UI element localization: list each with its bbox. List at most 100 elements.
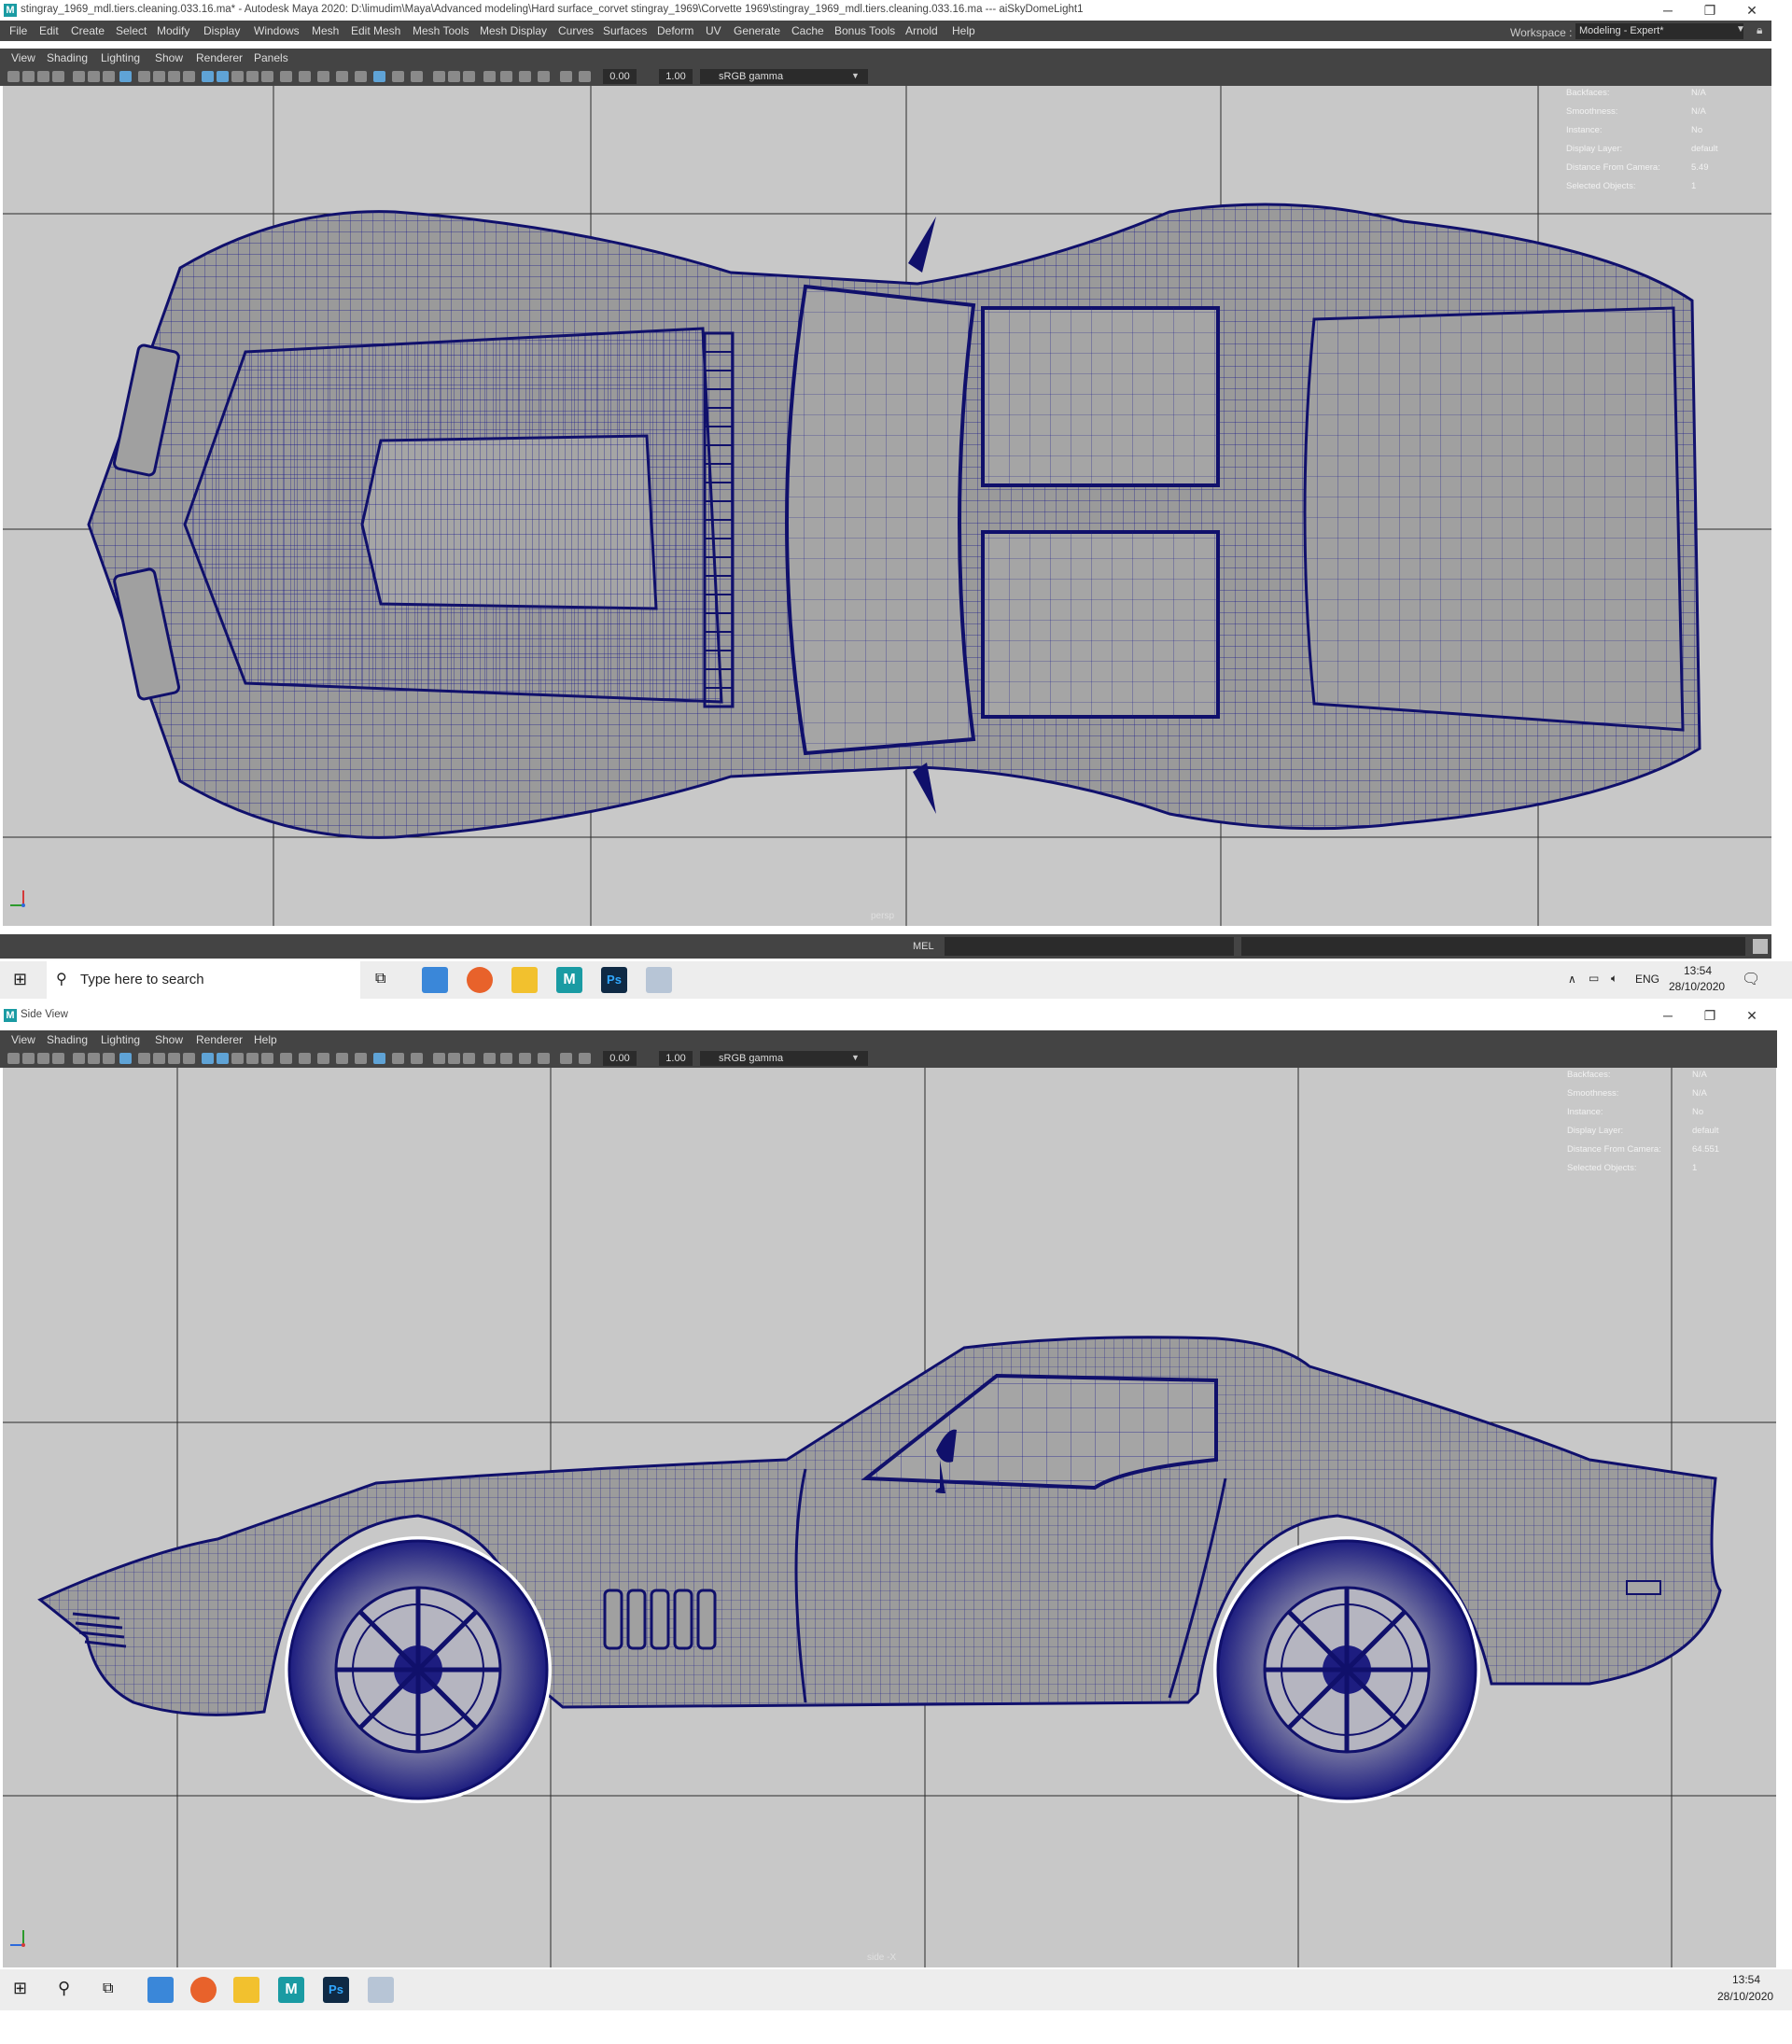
notification-icon[interactable]: 🗨︎ <box>1742 970 1760 988</box>
paint-app-icon-2[interactable] <box>368 1977 394 2003</box>
toolbar-tool-icon[interactable] <box>52 1053 64 1064</box>
workspace-dropdown-icon[interactable]: ▼ <box>1736 24 1745 35</box>
toolbar-tool-icon[interactable] <box>153 1053 165 1064</box>
toolbar-tool-icon[interactable] <box>217 71 229 82</box>
toolbar-tool-icon[interactable] <box>299 71 311 82</box>
toolbar-tool-icon[interactable] <box>183 71 195 82</box>
menu-mesh[interactable]: Mesh <box>312 24 339 37</box>
toolbar-tool-icon[interactable] <box>138 1053 150 1064</box>
tray-chevron-icon[interactable]: ∧ <box>1568 973 1576 986</box>
photoshop-app-icon-2[interactable]: Ps <box>323 1977 349 2003</box>
toolbar-tool-icon[interactable] <box>261 71 273 82</box>
store-app-icon-2[interactable] <box>147 1977 174 2003</box>
toolbar-tool-icon[interactable] <box>538 1053 550 1064</box>
menu-edit-mesh[interactable]: Edit Mesh <box>351 24 400 37</box>
toolbar-tool-icon[interactable] <box>7 1053 20 1064</box>
toolbar-tool-icon[interactable] <box>231 1053 244 1064</box>
toolbar-tool-icon[interactable] <box>202 1053 214 1064</box>
toolbar-tool-icon[interactable] <box>560 1053 572 1064</box>
menu-file[interactable]: File <box>9 24 27 37</box>
toolbar-tool-icon[interactable] <box>579 1053 591 1064</box>
store-app-icon[interactable] <box>422 967 448 993</box>
menu-mesh-tools[interactable]: Mesh Tools <box>413 24 469 37</box>
clock-time[interactable]: 13:54 <box>1684 964 1712 977</box>
toolbar-tool-icon[interactable] <box>433 71 445 82</box>
photoshop-app-icon[interactable]: Ps <box>601 967 627 993</box>
file-explorer-icon[interactable] <box>511 967 538 993</box>
taskbar-search[interactable]: ⚲ Type here to search <box>47 961 360 999</box>
toolbar-tool-icon[interactable] <box>355 71 367 82</box>
firefox-icon[interactable] <box>467 967 493 993</box>
toolbar-tool-icon[interactable] <box>411 1053 423 1064</box>
gamma-field[interactable]: 1.00 <box>659 69 693 84</box>
toolbar-tool-icon[interactable] <box>88 1053 100 1064</box>
toolbar-tool-icon[interactable] <box>52 71 64 82</box>
side-panel-menu-renderer[interactable]: Renderer <box>196 1033 243 1046</box>
toolbar-tool-icon[interactable] <box>183 1053 195 1064</box>
toolbar-tool-icon[interactable] <box>317 71 329 82</box>
toolbar-tool-icon[interactable] <box>519 71 531 82</box>
toolbar-tool-icon[interactable] <box>103 1053 115 1064</box>
toolbar-tool-icon[interactable] <box>392 71 404 82</box>
toolbar-tool-icon[interactable] <box>483 1053 496 1064</box>
toolbar-tool-icon[interactable] <box>500 71 512 82</box>
close-button[interactable]: ✕ <box>1731 0 1772 21</box>
panel-menu-renderer[interactable]: Renderer <box>196 51 243 64</box>
toolbar-tool-icon[interactable] <box>373 71 385 82</box>
toolbar-tool-icon[interactable] <box>88 71 100 82</box>
side-viewport[interactable]: Backfaces: N/A Smoothness: N/A Instance:… <box>3 1068 1776 1967</box>
search-icon-2[interactable]: ⚲ <box>58 1979 70 1998</box>
toolbar-tool-icon[interactable] <box>483 71 496 82</box>
color-space-select[interactable]: sRGB gamma <box>700 69 868 84</box>
toolbar-tool-icon[interactable] <box>168 71 180 82</box>
menu-deform[interactable]: Deform <box>657 24 693 37</box>
toolbar-tool-icon[interactable] <box>392 1053 404 1064</box>
toolbar-tool-icon[interactable] <box>519 1053 531 1064</box>
side-color-space-select[interactable]: sRGB gamma <box>700 1051 868 1066</box>
menu-edit[interactable]: Edit <box>39 24 59 37</box>
toolbar-tool-icon[interactable] <box>355 1053 367 1064</box>
toolbar-tool-icon[interactable] <box>119 71 132 82</box>
toolbar-tool-icon[interactable] <box>231 71 244 82</box>
toolbar-tool-icon[interactable] <box>463 71 475 82</box>
side-close-button[interactable]: ✕ <box>1731 1005 1772 1026</box>
lock-icon[interactable]: 🔒︎ <box>1757 23 1762 37</box>
volume-icon[interactable]: 🔈︎ <box>1611 972 1617 986</box>
task-view-icon-2[interactable]: ⧉ <box>103 1981 113 1997</box>
clock-date-2[interactable]: 28/10/2020 <box>1717 1990 1773 2003</box>
toolbar-tool-icon[interactable] <box>463 1053 475 1064</box>
toolbar-tool-icon[interactable] <box>7 71 20 82</box>
side-panel-menu-show[interactable]: Show <box>155 1033 183 1046</box>
color-space-dropdown-icon[interactable]: ▼ <box>851 71 860 80</box>
panel-menu-panels[interactable]: Panels <box>254 51 288 64</box>
toolbar-tool-icon[interactable] <box>448 1053 460 1064</box>
toolbar-tool-icon[interactable] <box>336 1053 348 1064</box>
toolbar-tool-icon[interactable] <box>560 71 572 82</box>
network-icon[interactable]: ▭ <box>1589 972 1599 985</box>
toolbar-tool-icon[interactable] <box>261 1053 273 1064</box>
menu-create[interactable]: Create <box>71 24 105 37</box>
menu-windows[interactable]: Windows <box>254 24 300 37</box>
panel-menu-show[interactable]: Show <box>155 51 183 64</box>
side-panel-menu-lighting[interactable]: Lighting <box>101 1033 140 1046</box>
top-viewport[interactable]: Backfaces: N/A Smoothness: N/A Instance:… <box>3 86 1771 926</box>
toolbar-tool-icon[interactable] <box>246 71 259 82</box>
toolbar-tool-icon[interactable] <box>73 1053 85 1064</box>
maya-app-icon[interactable]: M <box>556 967 582 993</box>
windows-start-icon[interactable]: ⊞ <box>13 970 27 989</box>
toolbar-tool-icon[interactable] <box>103 71 115 82</box>
toolbar-tool-icon[interactable] <box>411 71 423 82</box>
mel-label[interactable]: MEL <box>913 941 934 952</box>
command-input[interactable] <box>945 937 1234 956</box>
toolbar-tool-icon[interactable] <box>280 1053 292 1064</box>
side-color-space-dropdown-icon[interactable]: ▼ <box>851 1053 860 1062</box>
menu-arnold[interactable]: Arnold <box>905 24 938 37</box>
toolbar-tool-icon[interactable] <box>73 71 85 82</box>
toolbar-tool-icon[interactable] <box>168 1053 180 1064</box>
toolbar-tool-icon[interactable] <box>433 1053 445 1064</box>
toolbar-tool-icon[interactable] <box>22 71 35 82</box>
windows-start-icon-2[interactable]: ⊞ <box>13 1979 27 1998</box>
menu-modify[interactable]: Modify <box>157 24 189 37</box>
clock-date[interactable]: 28/10/2020 <box>1669 980 1725 993</box>
panel-menu-view[interactable]: View <box>11 51 35 64</box>
